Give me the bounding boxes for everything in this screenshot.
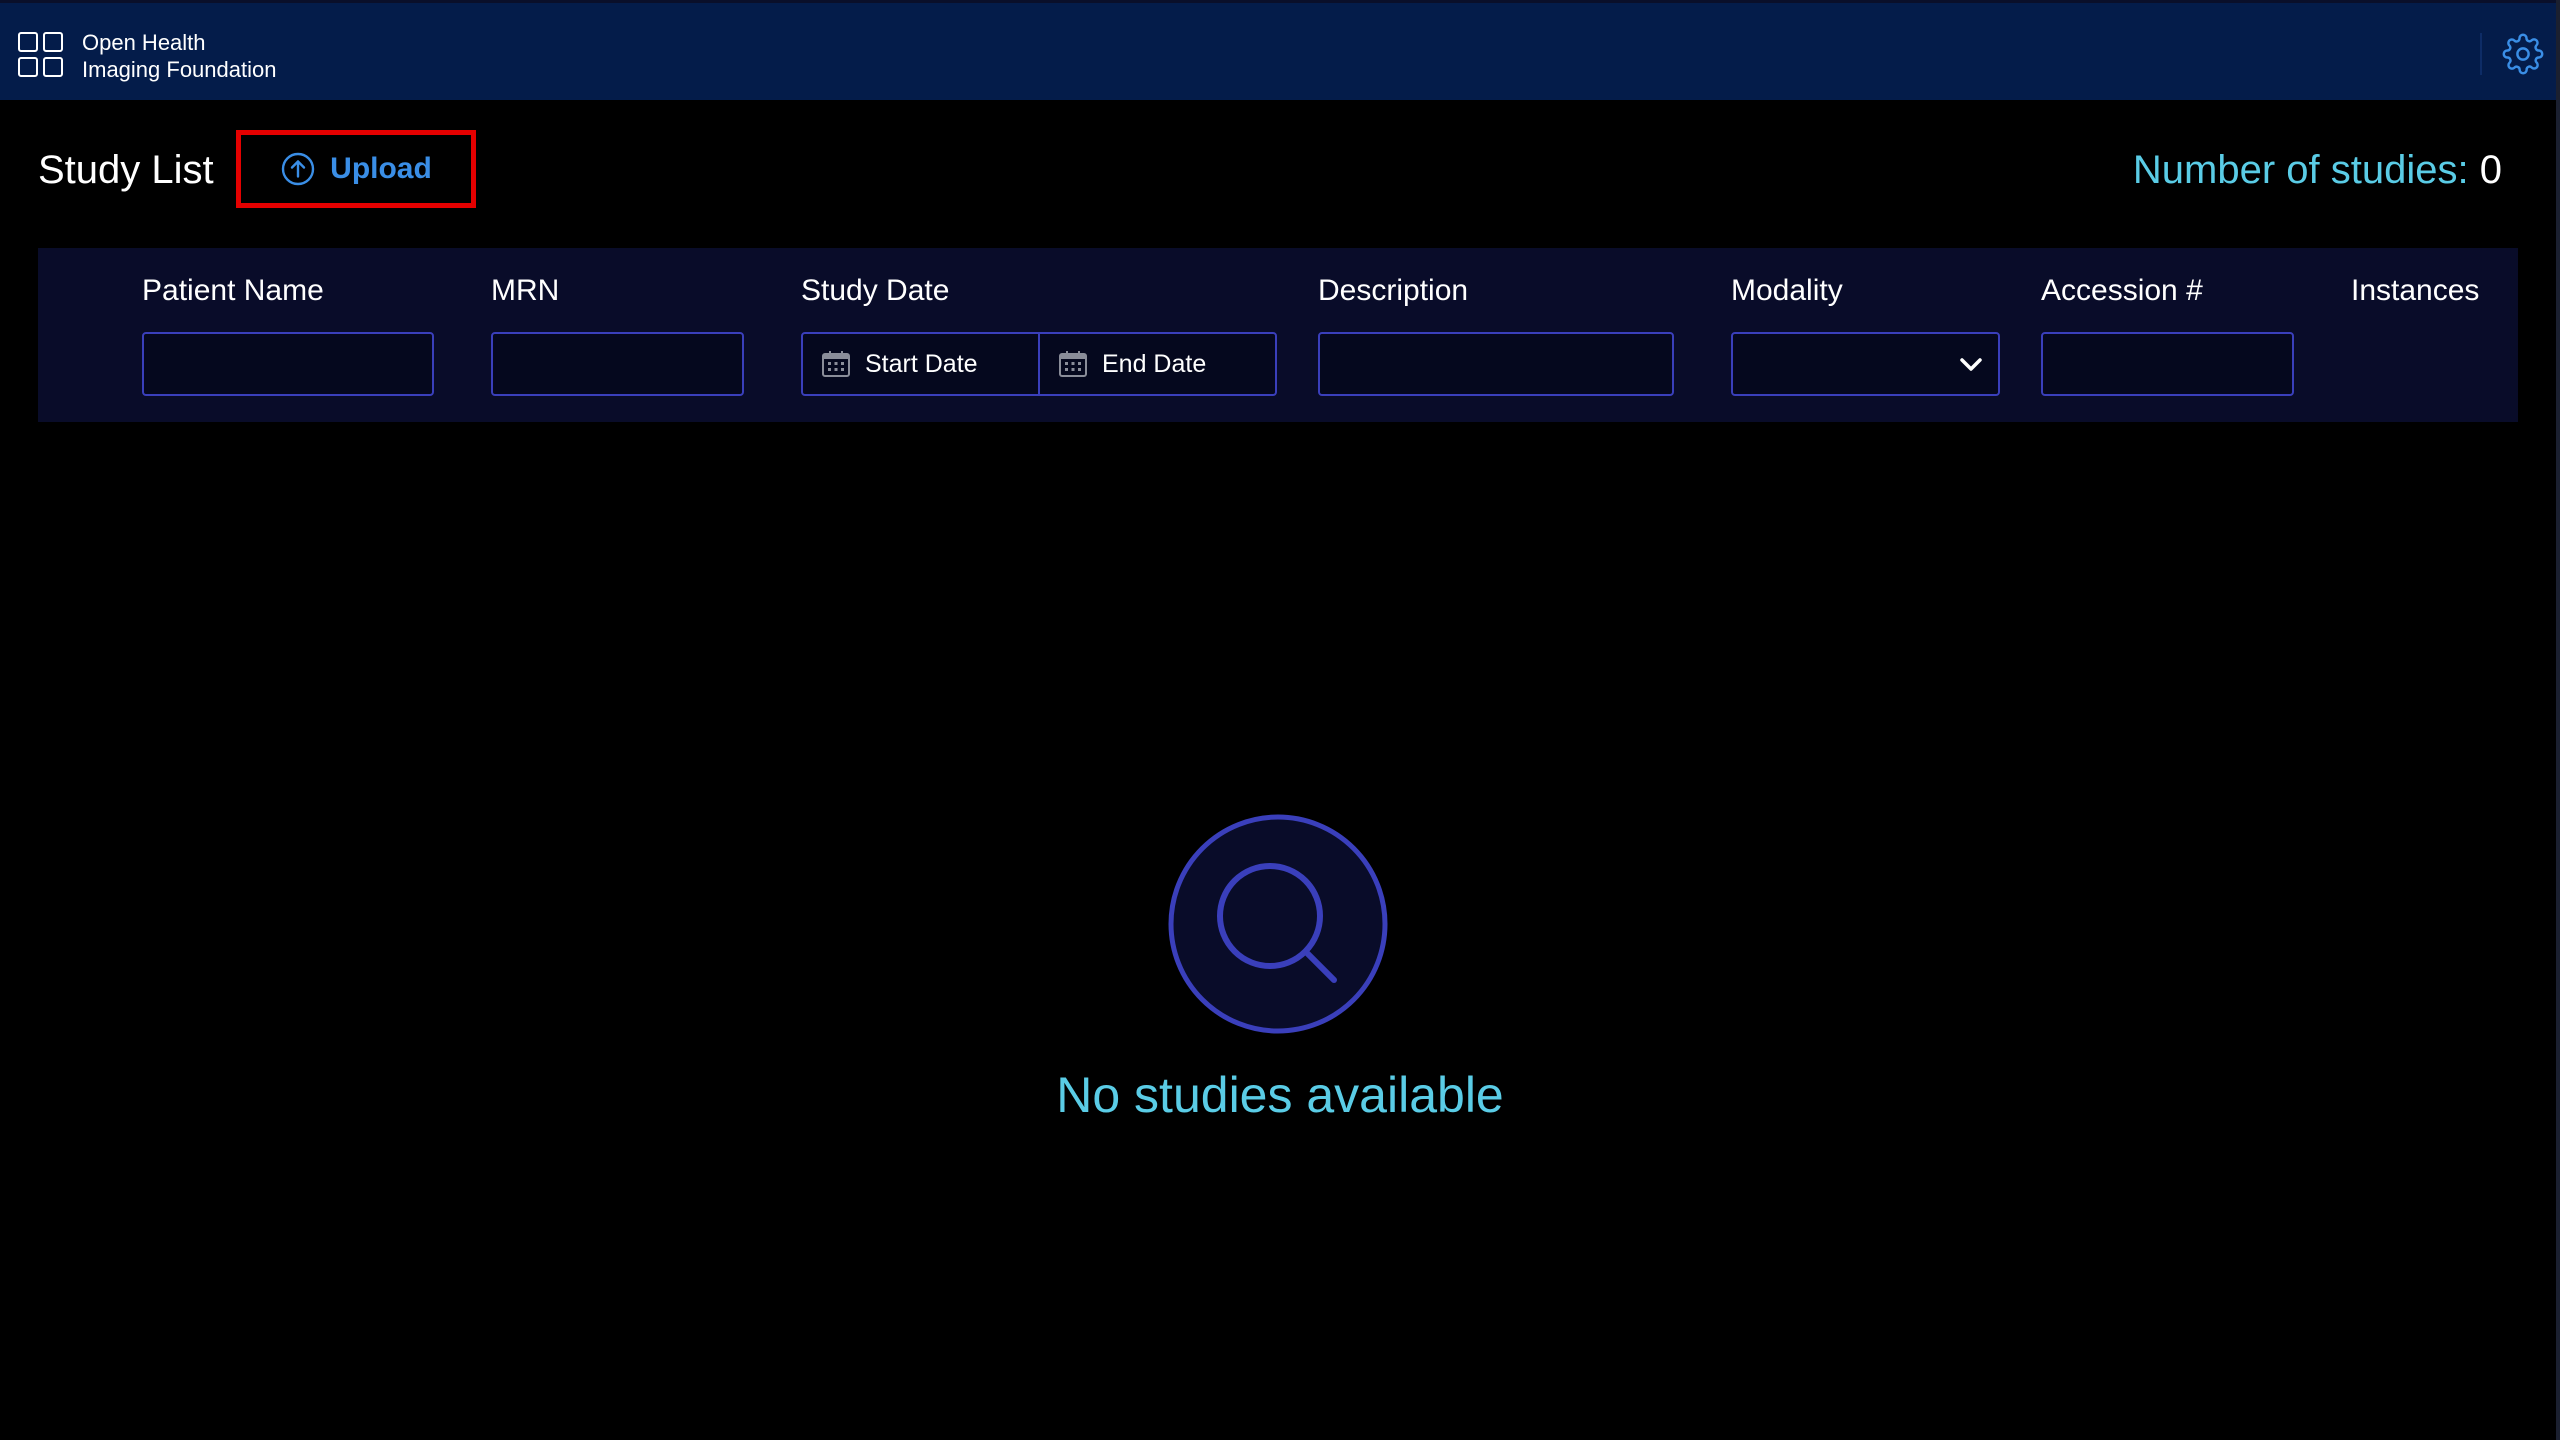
gear-icon[interactable] [2502, 33, 2544, 75]
page-title: Study List [38, 148, 214, 192]
study-count-value: 0 [2479, 148, 2502, 192]
brand-line-2: Imaging Foundation [82, 57, 277, 82]
top-header-bar: Open Health Imaging Foundation [0, 0, 2560, 100]
header-divider [2480, 33, 2482, 75]
study-date-range-picker: Start Date End Date [801, 332, 1277, 396]
upload-button[interactable]: Upload [236, 130, 476, 208]
calendar-icon [1059, 351, 1087, 377]
start-date-input[interactable]: Start Date [803, 334, 1038, 394]
description-input[interactable] [1318, 332, 1674, 396]
accession-input[interactable] [2041, 332, 2294, 396]
upload-circle-arrow-icon [281, 152, 315, 186]
brand-line-1: Open Health [82, 30, 206, 55]
column-header-accession[interactable]: Accession # [2041, 274, 2203, 308]
modality-select[interactable] [1731, 332, 2000, 396]
upload-button-label: Upload [330, 152, 432, 185]
column-header-modality[interactable]: Modality [1731, 274, 1843, 308]
end-date-placeholder: End Date [1102, 349, 1207, 378]
column-header-study-date[interactable]: Study Date [801, 274, 949, 308]
logo-grid-icon [18, 32, 66, 80]
window-right-edge [2556, 0, 2560, 1440]
patient-name-input[interactable] [142, 332, 434, 396]
magnifier-icon [1168, 814, 1388, 1034]
empty-state-message: No studies available [1056, 1067, 1504, 1123]
column-header-mrn[interactable]: MRN [491, 274, 559, 308]
column-header-description[interactable]: Description [1318, 274, 1468, 308]
mrn-input[interactable] [491, 332, 744, 396]
logo-text: Open Health Imaging Foundation [82, 29, 276, 83]
column-header-instances[interactable]: Instances [2351, 274, 2479, 308]
end-date-input[interactable]: End Date [1038, 334, 1275, 394]
calendar-icon [822, 351, 850, 377]
chevron-down-icon [1960, 358, 1982, 371]
study-count-label: Number of studies: [2132, 148, 2469, 192]
start-date-placeholder: Start Date [865, 349, 978, 378]
ohif-logo[interactable]: Open Health Imaging Foundation [18, 29, 276, 83]
study-count: Number of studies: 0 [2133, 148, 2502, 193]
column-header-patient-name[interactable]: Patient Name [142, 274, 324, 308]
